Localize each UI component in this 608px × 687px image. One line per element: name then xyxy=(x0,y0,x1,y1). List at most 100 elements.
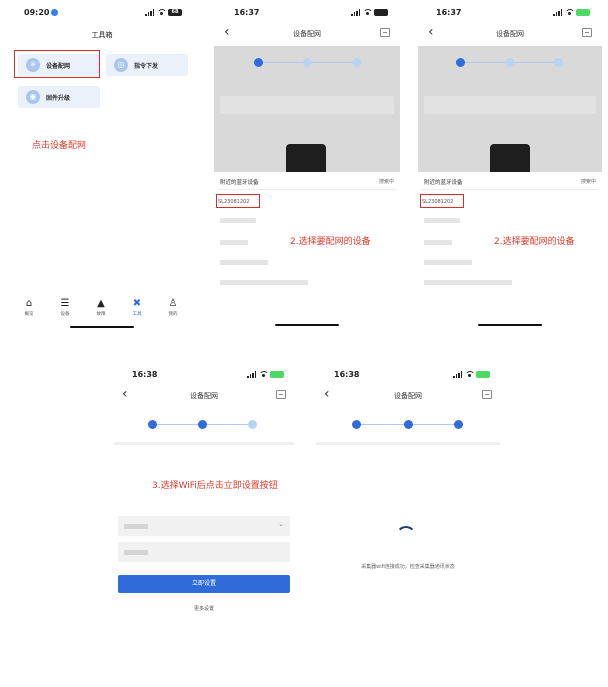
device-item[interactable] xyxy=(220,280,308,285)
setup-now-button[interactable]: 立即设置 xyxy=(118,575,290,593)
scan-icon[interactable] xyxy=(276,390,286,399)
screen-toolbox: 09:20 68 工具箱 ✳ 设备配网 ◎ 指令下发 ◉ 固件升级 点击设备配网… xyxy=(10,4,194,330)
signal-icon xyxy=(145,8,154,16)
search-status: 搜索中 xyxy=(378,179,394,185)
status-bar: 16:37 xyxy=(418,4,602,22)
battery-icon xyxy=(476,370,490,378)
warning-icon: ▲ xyxy=(97,298,105,309)
home-indicator xyxy=(478,324,542,326)
signal-icon xyxy=(247,370,256,378)
home-icon: ⌂ xyxy=(25,298,33,309)
nav-bar: ‹ 设备配网 xyxy=(418,22,602,46)
wifi-icon xyxy=(259,370,269,378)
nav-bar: ‹ 设备配网 xyxy=(314,384,502,408)
collector-image xyxy=(490,144,530,174)
bluetooth-sheet: 附近的蓝牙设备 搜索中 SL23081202 2.选择要配网的设备 xyxy=(418,172,602,330)
tab-bar: ⌂ 概览 ☰ 设备 ▲ 故障 ✖ 工具 ♙ 我的 xyxy=(10,298,194,322)
signal-icon xyxy=(351,8,360,16)
collector-image xyxy=(286,144,326,174)
battery-icon: 68 xyxy=(168,8,182,16)
wifi-icon xyxy=(465,370,475,378)
status-time: 16:37 xyxy=(436,8,462,17)
loading-spinner-icon xyxy=(396,526,416,546)
step-dot-1 xyxy=(148,420,157,429)
tab-overview[interactable]: ⌂ 概览 xyxy=(14,298,44,317)
divider xyxy=(218,189,396,190)
scan-icon[interactable] xyxy=(380,28,390,37)
card-firmware[interactable]: ◉ 固件升级 xyxy=(18,86,100,108)
device-item[interactable] xyxy=(424,218,460,223)
search-field[interactable] xyxy=(424,96,596,114)
password-value xyxy=(124,550,148,555)
device-item[interactable] xyxy=(220,240,248,245)
device-item[interactable] xyxy=(220,260,268,265)
status-time: 16:38 xyxy=(334,370,360,379)
tab-fault[interactable]: ▲ 故障 xyxy=(86,298,116,317)
tab-tools[interactable]: ✖ 工具 xyxy=(122,298,152,317)
battery-icon xyxy=(374,8,388,16)
status-bar: 16:38 xyxy=(112,366,296,384)
step-dot-2 xyxy=(303,58,312,67)
step-indicator xyxy=(112,418,296,430)
status-time: 16:37 xyxy=(234,8,260,17)
nav-title: 设备配网 xyxy=(293,30,321,38)
step-dot-1 xyxy=(456,58,465,67)
wifi-icon xyxy=(565,8,575,16)
nav-title: 设备配网 xyxy=(394,392,422,400)
status-time: 09:20 xyxy=(24,8,50,17)
step-dot-3 xyxy=(554,58,563,67)
divider xyxy=(422,189,598,190)
annotation-step1: 点击设备配网 xyxy=(32,141,87,151)
device-item[interactable] xyxy=(424,260,472,265)
tab-device[interactable]: ☰ 设备 xyxy=(50,298,80,317)
screen-connecting: 16:38 ‹ 设备配网 采集器wifi连接成功，检查采集器通讯状态 xyxy=(314,366,502,666)
location-badge-icon xyxy=(51,9,59,16)
step-indicator xyxy=(214,56,400,68)
status-bar: 09:20 68 xyxy=(10,4,194,22)
home-indicator xyxy=(275,324,339,326)
screen-wifi-setup: 16:38 ‹ 设备配网 3.选择WiFi后点击立即设置按钮 ⌄ 立即设置 更多… xyxy=(112,366,296,666)
more-settings-link[interactable]: 更多设置 xyxy=(112,605,296,612)
sheet-title: 附近的蓝牙设备 xyxy=(424,180,463,186)
sheet-title: 附近的蓝牙设备 xyxy=(220,180,259,186)
screen-select-device-b: 16:37 ‹ 设备配网 附近的蓝牙设备 搜索中 SL23081202 2.选择… xyxy=(418,4,602,330)
signal-icon xyxy=(453,370,462,378)
screen-select-device-a: 16:37 ‹ 设备配网 附近的蓝牙设备 搜索中 SL23081202 2.选择… xyxy=(214,4,400,330)
wifi-name-value xyxy=(124,524,148,529)
step-indicator xyxy=(314,418,502,430)
firmware-icon: ◉ xyxy=(26,90,40,104)
status-bar: 16:37 xyxy=(214,4,400,22)
card-command[interactable]: ◎ 指令下发 xyxy=(106,54,188,76)
user-icon: ♙ xyxy=(168,298,178,309)
signal-icon xyxy=(553,8,562,16)
annotation-step3: 3.选择WiFi后点击立即设置按钮 xyxy=(152,481,278,491)
device-item[interactable] xyxy=(424,280,512,285)
step-dot-2 xyxy=(198,420,207,429)
annotation-step2: 2.选择要配网的设备 xyxy=(290,237,371,247)
wifi-select[interactable]: ⌄ xyxy=(118,516,290,536)
divider xyxy=(316,442,500,445)
step-dot-1 xyxy=(254,58,263,67)
device-item[interactable] xyxy=(424,240,452,245)
bluetooth-sheet: 附近的蓝牙设备 搜索中 SL23081202 2.选择要配网的设备 xyxy=(214,172,400,330)
command-icon: ◎ xyxy=(114,58,128,72)
scan-icon[interactable] xyxy=(482,390,492,399)
search-field[interactable] xyxy=(220,96,394,114)
annotation-step2: 2.选择要配网的设备 xyxy=(494,237,575,247)
battery-icon xyxy=(270,370,284,378)
wifi-icon xyxy=(363,8,373,16)
device-item[interactable] xyxy=(220,218,256,223)
step-dot-2 xyxy=(404,420,413,429)
status-message: 采集器wifi连接成功，检查采集器通讯状态 xyxy=(361,564,455,570)
scan-icon[interactable] xyxy=(582,28,592,37)
tab-mine[interactable]: ♙ 我的 xyxy=(158,298,188,317)
wifi-icon xyxy=(157,8,167,16)
divider xyxy=(114,442,294,445)
status-bar: 16:38 xyxy=(314,366,502,384)
nav-title: 设备配网 xyxy=(496,30,524,38)
tools-icon: ✖ xyxy=(132,298,142,309)
wifi-password-field[interactable] xyxy=(118,542,290,562)
nav-bar: ‹ 设备配网 xyxy=(214,22,400,46)
step-indicator xyxy=(418,56,602,68)
step-dot-2 xyxy=(505,58,514,67)
